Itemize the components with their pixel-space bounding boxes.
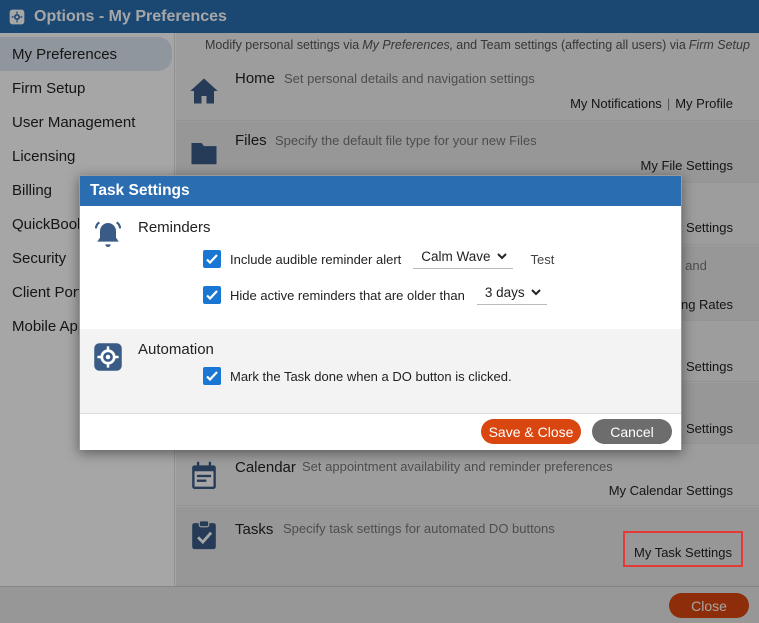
dialog-title: Task Settings <box>80 176 681 206</box>
chevron-down-icon <box>496 253 507 260</box>
hide-reminders-checkbox[interactable] <box>203 286 221 304</box>
audible-reminder-option: Include audible reminder alert Calm Wave… <box>203 249 554 269</box>
select-value: 3 days <box>484 285 525 300</box>
automation-section: Automation Mark the Task done when a DO … <box>80 329 681 413</box>
reminders-section: Reminders Include audible reminder alert… <box>80 206 681 329</box>
mark-done-label: Mark the Task done when a DO button is c… <box>230 368 512 384</box>
save-close-button[interactable]: Save & Close <box>481 419 581 444</box>
select-value: Calm Wave <box>421 249 491 264</box>
dialog-footer: Save & Close Cancel <box>80 413 681 450</box>
hide-reminders-label: Hide active reminders that are older tha… <box>230 287 465 303</box>
mark-done-checkbox[interactable] <box>203 367 221 385</box>
hide-reminders-option: Hide active reminders that are older tha… <box>203 285 547 305</box>
reminder-sound-select[interactable]: Calm Wave <box>413 249 513 269</box>
test-sound-link[interactable]: Test <box>531 252 555 267</box>
task-settings-dialog: Task Settings Reminders Include audible … <box>79 175 682 450</box>
audible-reminder-checkbox[interactable] <box>203 250 221 268</box>
reminder-age-select[interactable]: 3 days <box>476 285 547 305</box>
section-title: Reminders <box>138 219 211 236</box>
section-title: Automation <box>138 341 214 358</box>
highlight-box <box>623 531 743 567</box>
cancel-button[interactable]: Cancel <box>592 419 672 444</box>
mark-done-option: Mark the Task done when a DO button is c… <box>203 367 512 385</box>
chevron-down-icon <box>530 289 541 296</box>
bell-icon <box>92 219 124 251</box>
gear-icon <box>92 341 124 373</box>
audible-reminder-label: Include audible reminder alert <box>230 251 402 267</box>
